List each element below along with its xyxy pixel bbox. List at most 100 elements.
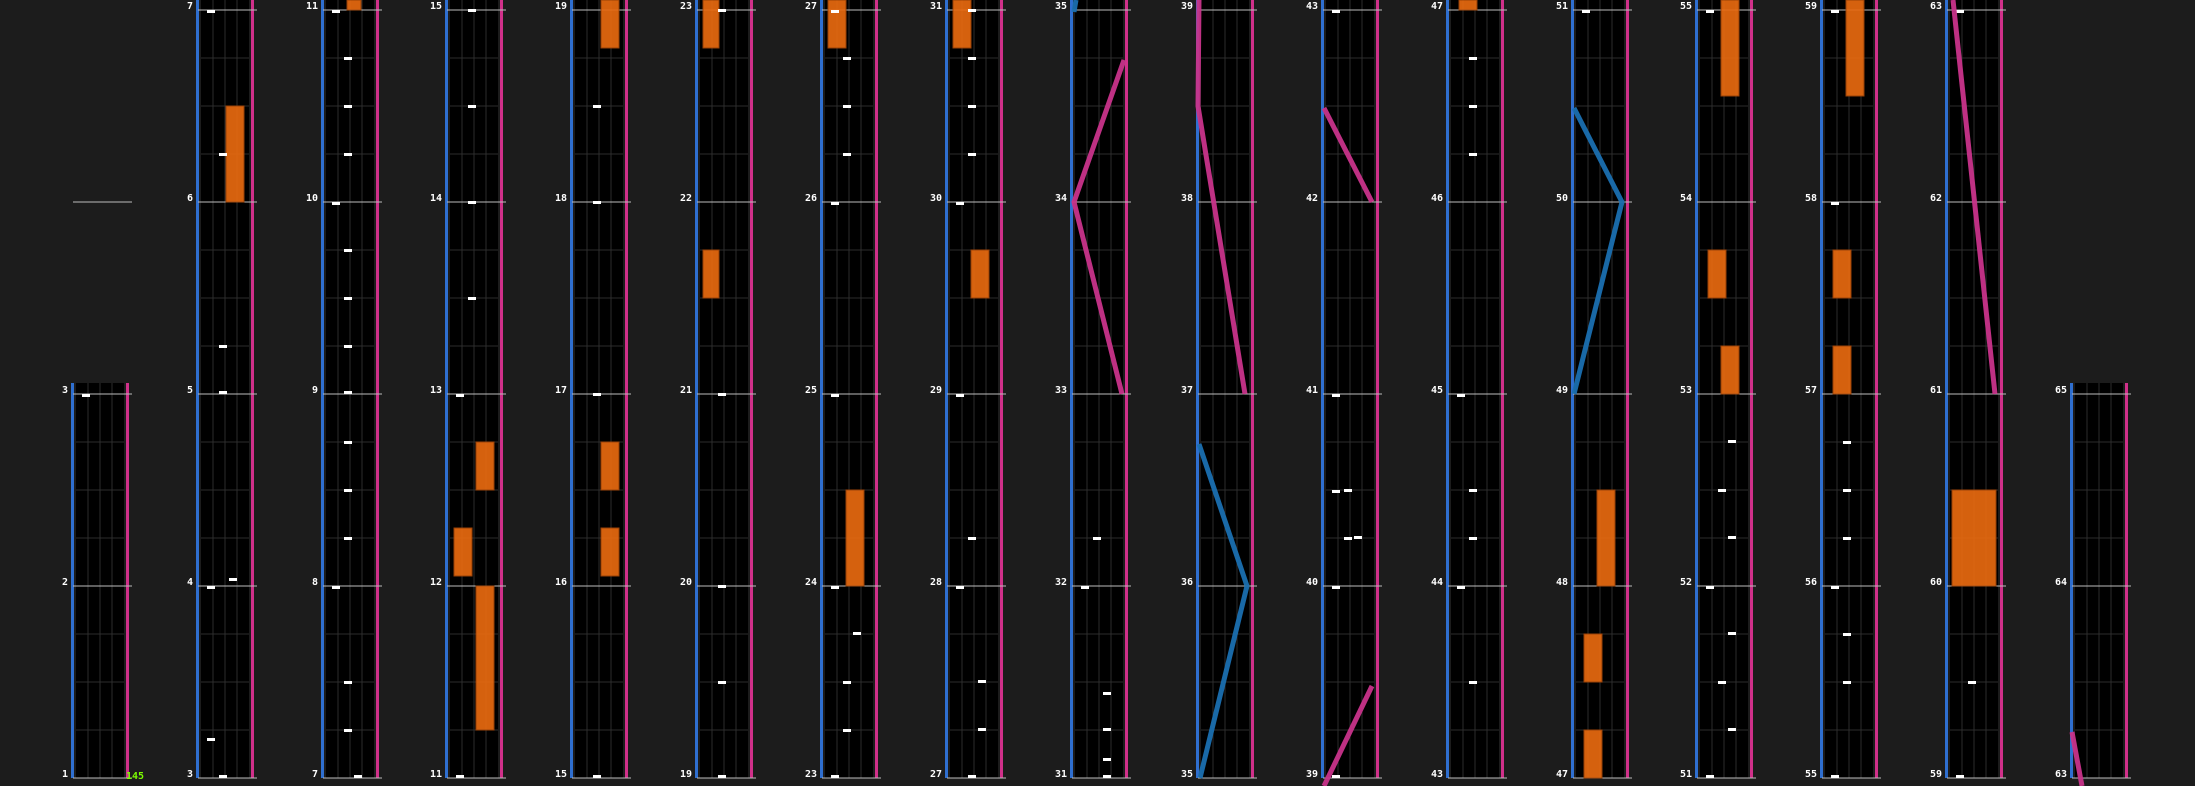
left-separator — [1070, 0, 1073, 778]
tap-note — [1728, 632, 1736, 635]
hold-note — [1707, 249, 1727, 299]
right-separator — [251, 0, 254, 778]
tap-note — [1332, 394, 1340, 397]
lane-column — [1446, 0, 1507, 779]
left-separator — [945, 0, 948, 778]
measure-number: 37 — [1181, 385, 1193, 396]
measure-number: 3 — [187, 769, 193, 780]
hold-note — [845, 489, 865, 587]
measure-number: 59 — [1805, 1, 1817, 12]
measure-number: 32 — [1055, 577, 1067, 588]
tap-note — [1332, 10, 1340, 13]
tap-note — [1103, 728, 1111, 731]
slide-path — [1071, 0, 1079, 13]
hold-note — [1596, 489, 1616, 587]
measure-number: 55 — [1805, 769, 1817, 780]
measure-number: 43 — [1306, 1, 1318, 12]
lane-column — [1820, 0, 1881, 779]
measure-number: 48 — [1556, 577, 1568, 588]
measure-number: 7 — [187, 1, 193, 12]
measure-number: 14 — [430, 193, 442, 204]
measure-number: 3 — [62, 385, 68, 396]
measure-number: 65 — [2055, 385, 2067, 396]
right-separator — [1376, 0, 1379, 778]
measure-number: 9 — [312, 385, 318, 396]
tap-note — [344, 537, 352, 540]
hold-note — [827, 0, 847, 49]
measure-number: 31 — [930, 1, 942, 12]
measure-number: 38 — [1181, 193, 1193, 204]
tap-note — [718, 585, 726, 588]
tap-note — [956, 202, 964, 205]
right-separator — [1125, 0, 1128, 778]
tap-note — [1457, 586, 1465, 589]
right-separator — [875, 0, 878, 778]
measure-number: 46 — [1431, 193, 1443, 204]
tap-note — [1968, 681, 1976, 684]
left-separator — [570, 0, 573, 778]
lane-column — [445, 0, 506, 779]
tap-note — [1831, 202, 1839, 205]
lane-column — [1695, 0, 1756, 779]
measure-number: 47 — [1431, 1, 1443, 12]
tap-note — [1469, 105, 1477, 108]
tap-note — [1469, 57, 1477, 60]
tap-note — [1728, 440, 1736, 443]
right-separator — [1251, 0, 1254, 778]
tap-note — [1332, 490, 1340, 493]
hold-note — [1845, 0, 1865, 97]
lane-column — [71, 201, 132, 779]
tap-note — [968, 9, 976, 12]
lane-column — [570, 0, 631, 779]
tap-note — [332, 202, 340, 205]
tap-note — [1103, 692, 1111, 695]
chart-viewer[interactable]: 1233456778910111112131415151617181919202… — [0, 0, 2195, 786]
measure-number: 57 — [1805, 385, 1817, 396]
tap-note — [1956, 775, 1964, 778]
tap-note — [831, 10, 839, 13]
tap-note — [968, 105, 976, 108]
right-separator — [750, 0, 753, 778]
tap-note — [1843, 441, 1851, 444]
measure-number: 15 — [555, 769, 567, 780]
tap-note — [718, 775, 726, 778]
hold-note — [1720, 345, 1740, 395]
measure-number: 27 — [930, 769, 942, 780]
left-separator — [1945, 0, 1948, 778]
tap-note — [1469, 681, 1477, 684]
measure-number: 27 — [805, 1, 817, 12]
tap-note — [344, 297, 352, 300]
tap-note — [468, 201, 476, 204]
hold-note — [952, 0, 972, 49]
hold-note — [1583, 633, 1603, 683]
tap-note — [978, 728, 986, 731]
measure-number: 12 — [430, 577, 442, 588]
tap-note — [468, 9, 476, 12]
measure-number: 45 — [1431, 385, 1443, 396]
measure-number: 25 — [805, 385, 817, 396]
measure-number: 19 — [680, 769, 692, 780]
measure-number: 11 — [430, 769, 442, 780]
lane-column — [321, 0, 382, 779]
tap-note — [1831, 10, 1839, 13]
tap-note — [1843, 489, 1851, 492]
tap-note — [1706, 10, 1714, 13]
right-separator — [376, 0, 379, 778]
measure-number: 50 — [1556, 193, 1568, 204]
right-separator — [1750, 0, 1753, 778]
measure-number: 24 — [805, 577, 817, 588]
measure-number: 23 — [680, 1, 692, 12]
tap-note — [1354, 536, 1362, 539]
lane-column — [695, 0, 756, 779]
right-separator — [1501, 0, 1504, 778]
tap-note — [1457, 394, 1465, 397]
tap-note — [831, 586, 839, 589]
measure-number: 33 — [1055, 385, 1067, 396]
tap-note — [344, 391, 352, 394]
hold-note — [702, 249, 720, 299]
measure-number: 29 — [930, 385, 942, 396]
hold-note — [600, 0, 620, 49]
measure-number: 49 — [1556, 385, 1568, 396]
measure-number: 51 — [1680, 769, 1692, 780]
tap-note — [968, 153, 976, 156]
